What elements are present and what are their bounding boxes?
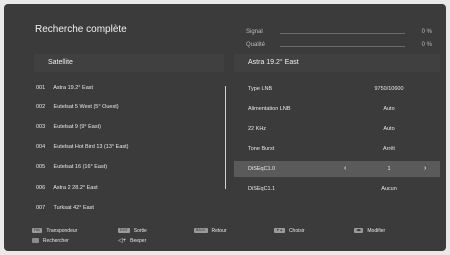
- param-label: DiSEqC1.1: [248, 186, 276, 192]
- up-down-key-icon: ▼▲: [274, 228, 285, 234]
- param-value: Auto: [383, 106, 395, 112]
- key-choose[interactable]: ▼▲ Choisir: [274, 228, 305, 234]
- satellite-item[interactable]: 002 Eutelsat 5 West (5° Ouest): [36, 100, 119, 114]
- key-label: Modifier: [367, 228, 386, 234]
- quality-meter: Qualité 0 %: [246, 41, 436, 51]
- satellite-item[interactable]: 004 Eutelsat Hot Bird 13 (13° East): [36, 140, 129, 154]
- satellite-name: Turksat 42° East: [53, 205, 94, 211]
- key-transponder[interactable]: FAV Transpondeur: [32, 228, 77, 234]
- param-row-lnb-type[interactable]: Type LNB 9750/10600: [234, 81, 440, 97]
- exit-key-icon: EXIT: [118, 228, 130, 234]
- key-search[interactable]: Rechercher: [32, 238, 69, 244]
- quality-label: Qualité: [246, 42, 266, 48]
- key-label: Choisir: [288, 228, 305, 234]
- chevron-right-icon[interactable]: ›: [424, 161, 426, 177]
- param-label: Tone Burst: [248, 146, 275, 152]
- satellite-name: Eutelsat 9 (9° East): [53, 124, 101, 130]
- satellite-header: Satellite: [34, 54, 224, 72]
- satellite-number: 004: [36, 144, 46, 150]
- param-value: Aucun: [381, 186, 397, 192]
- satellite-name: Eutelsat 5 West (5° Ouest): [53, 104, 119, 110]
- param-row-22khz[interactable]: 22 KHz Auto: [234, 121, 440, 137]
- search-key-icon: [32, 238, 39, 244]
- satellite-name: Astra 2 28.2° East: [53, 185, 98, 191]
- quality-track: [280, 46, 405, 47]
- key-back[interactable]: BACK Retour: [194, 228, 227, 234]
- signal-track: [280, 33, 405, 34]
- param-label: 22 KHz: [248, 126, 267, 132]
- key-modify[interactable]: ◀▶ Modifier: [354, 228, 385, 234]
- param-row-lnb-power[interactable]: Alimentation LNB Auto: [234, 101, 440, 117]
- satellite-number: 007: [36, 205, 46, 211]
- key-label: Transpondeur: [46, 228, 78, 234]
- quality-value: 0 %: [421, 42, 432, 48]
- satellite-number: 006: [36, 185, 46, 191]
- speaker-icon: ◁+: [118, 238, 127, 244]
- key-beeper[interactable]: ◁+ Beeper: [118, 238, 146, 244]
- key-label: Retour: [211, 228, 227, 234]
- chevron-left-icon[interactable]: ‹: [344, 161, 346, 177]
- signal-label: Signal: [246, 29, 263, 35]
- param-row-tone-burst[interactable]: Tone Burst Arrêt: [234, 141, 440, 157]
- satellite-number: 003: [36, 124, 46, 130]
- fav-key-icon: FAV: [32, 228, 43, 234]
- satellite-number: 001: [36, 85, 46, 91]
- signal-value: 0 %: [421, 29, 432, 35]
- back-key-icon: BACK: [194, 228, 208, 234]
- signal-meter: Signal 0 %: [246, 28, 436, 38]
- satellite-item[interactable]: 007 Turksat 42° East: [36, 201, 94, 215]
- param-row-diseqc10[interactable]: DiSEqC1.0 ‹ 1 ›: [234, 161, 440, 177]
- tv-screen: Recherche complète Signal 0 % Qualité 0 …: [4, 4, 446, 251]
- param-label: Type LNB: [248, 86, 273, 92]
- satellite-item[interactable]: 001 Astra 19.2° East: [36, 81, 93, 95]
- key-label: Sortie: [133, 228, 147, 234]
- selected-satellite-header: Astra 19.2° East: [234, 54, 440, 72]
- param-value: 1: [387, 166, 391, 172]
- list-scrollbar[interactable]: [225, 86, 226, 189]
- param-value: Arrêt: [383, 146, 395, 152]
- satellite-item[interactable]: 006 Astra 2 28.2° East: [36, 181, 98, 195]
- satellite-name: Astra 19.2° East: [53, 85, 94, 91]
- key-exit[interactable]: EXIT Sortie: [118, 228, 147, 234]
- satellite-number: 005: [36, 164, 46, 170]
- param-value: Auto: [383, 126, 395, 132]
- param-label: Alimentation LNB: [248, 106, 291, 112]
- key-label: Beeper: [130, 238, 147, 244]
- satellite-item[interactable]: 003 Eutelsat 9 (9° East): [36, 120, 101, 134]
- satellite-name: Eutelsat 16 (16° East): [53, 164, 108, 170]
- key-label: Rechercher: [42, 238, 69, 244]
- param-label: DiSEqC1.0: [248, 166, 276, 172]
- satellite-number: 002: [36, 104, 46, 110]
- param-value: 9750/10600: [374, 86, 404, 92]
- left-right-key-icon: ◀▶: [354, 228, 364, 234]
- satellite-item[interactable]: 005 Eutelsat 16 (16° East): [36, 160, 107, 174]
- page-title: Recherche complète: [35, 24, 127, 35]
- satellite-name: Eutelsat Hot Bird 13 (13° East): [53, 144, 129, 150]
- param-row-diseqc11[interactable]: DiSEqC1.1 Aucun: [234, 181, 440, 197]
